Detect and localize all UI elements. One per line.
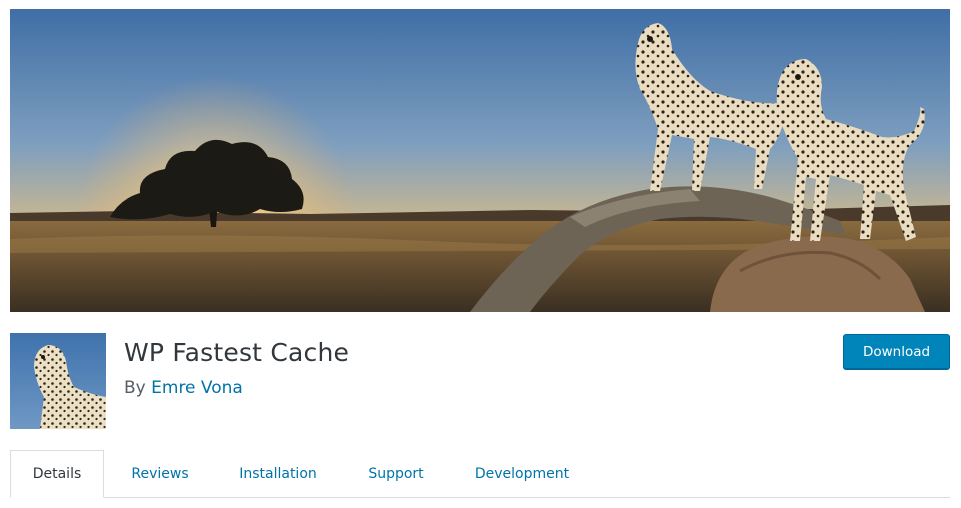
plugin-title: WP Fastest Cache (124, 338, 350, 367)
byline-prefix: By (124, 378, 146, 398)
author-link[interactable]: Emre Vona (151, 378, 243, 398)
cheetah-thumbnail (10, 333, 106, 429)
plugin-tabs: Details Reviews Installation Support Dev… (10, 450, 950, 498)
tab-development[interactable]: Development (464, 450, 580, 497)
plugin-icon (10, 333, 106, 429)
plugin-byline: By Emre Vona (124, 378, 243, 398)
tab-details[interactable]: Details (10, 450, 104, 498)
download-button[interactable]: Download (843, 334, 950, 369)
banner-illustration (10, 9, 950, 312)
tab-reviews[interactable]: Reviews (116, 450, 204, 497)
tab-installation[interactable]: Installation (226, 450, 330, 497)
tab-support[interactable]: Support (354, 450, 438, 497)
plugin-banner (10, 9, 950, 312)
